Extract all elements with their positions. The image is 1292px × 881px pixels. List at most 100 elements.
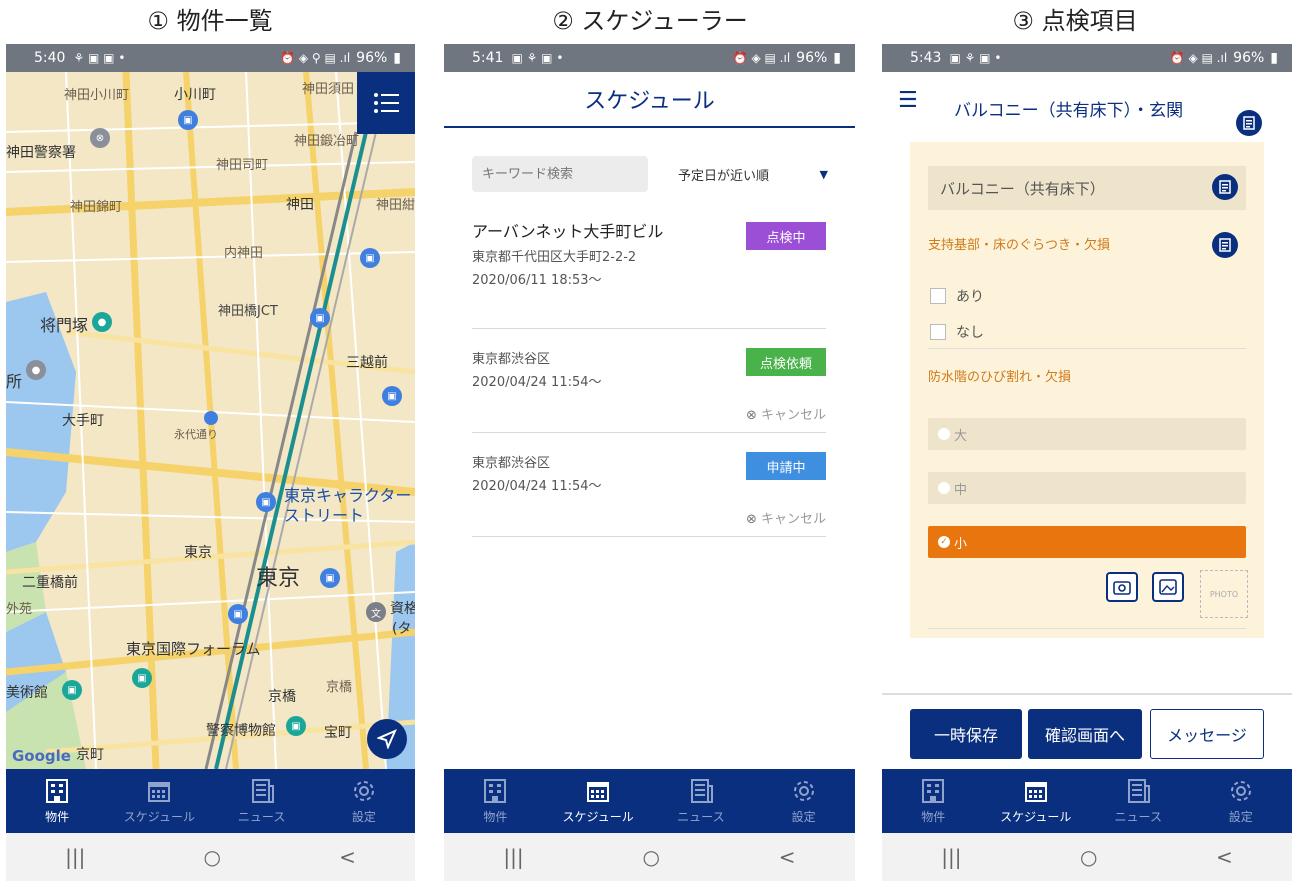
map-label: 警察博物館 [206, 723, 276, 739]
sort-select[interactable]: 予定日が近い順 ▼ [678, 156, 828, 192]
divider [928, 348, 1246, 349]
radio-option[interactable]: 大 [928, 418, 1246, 450]
map-label: (タ [392, 621, 412, 637]
checkbox-label: あり [956, 289, 984, 305]
landmark-icon[interactable]: ● [92, 312, 112, 332]
radio-label: 中 [954, 482, 968, 498]
home-button[interactable]: ○ [204, 845, 221, 869]
system-nav-bar: ||| ○ < [882, 833, 1292, 881]
shopping-icon[interactable]: ▣ [382, 386, 402, 406]
cancel-link[interactable]: ⊗ キャンセル [746, 404, 826, 423]
building-icon[interactable]: ▣ [132, 668, 152, 688]
schedule-item[interactable]: 東京都渋谷区 2020/04/24 11:54〜 点検依頼 ⊗ キャンセル [472, 348, 826, 428]
map-label: 小川町 [174, 87, 216, 103]
checkbox-label: なし [956, 325, 984, 341]
close-circle-icon: ⊗ [745, 512, 757, 527]
message-button[interactable]: メッセージ [1150, 709, 1264, 759]
building-icon [922, 778, 945, 803]
status-time: 5:43 [910, 50, 942, 66]
cancel-link[interactable]: ⊗ キャンセル [746, 508, 826, 527]
section-header: バルコニー（共有床下） [928, 166, 1246, 210]
gallery-button[interactable] [1152, 572, 1184, 602]
map-label: 神田須田 [302, 82, 355, 97]
nav-news[interactable]: ニュース [650, 769, 753, 833]
back-button[interactable]: < [339, 845, 356, 869]
map-view[interactable]: 神田小川町 小川町 神田須田 神田鍛冶町 神田警察署 神田司町 神田錦町 神田 … [6, 72, 415, 769]
my-location-button[interactable] [367, 719, 407, 759]
checkbox-option[interactable]: なし [930, 322, 984, 342]
radio-option-selected[interactable]: ✓ 小 [928, 526, 1246, 558]
checkbox-option[interactable]: あり [930, 286, 984, 306]
bus-icon[interactable]: ▣ [360, 248, 380, 268]
building-icon [484, 778, 507, 803]
back-button[interactable]: < [779, 845, 796, 869]
recent-apps-button[interactable]: ||| [503, 845, 523, 869]
section-doc-button[interactable] [1212, 174, 1238, 200]
battery-level: 96% [1233, 50, 1265, 66]
shopping-icon[interactable]: ▣ [256, 492, 276, 512]
nav-schedule[interactable]: スケジュール [108, 769, 210, 833]
page-title: バルコニー（共有床下）・玄関 [954, 101, 1184, 121]
map-label: 京橋 [268, 689, 296, 705]
museum-icon[interactable]: ▣ [62, 680, 82, 700]
police-icon[interactable]: ⊗ [90, 128, 110, 148]
recent-apps-button[interactable]: ||| [941, 845, 961, 869]
list-view-button[interactable] [357, 72, 415, 134]
radio-option[interactable]: 中 [928, 472, 1246, 504]
save-draft-button[interactable]: 一時保存 [910, 709, 1022, 759]
back-button[interactable]: < [1216, 845, 1233, 869]
nav-label: 物件 [921, 809, 946, 824]
museum-icon[interactable]: ▣ [286, 716, 306, 736]
nav-label: 物件 [45, 809, 70, 824]
hamburger-icon: ☰ [898, 88, 918, 113]
cancel-label: キャンセル [760, 512, 826, 527]
nav-news[interactable]: ニュース [211, 769, 313, 833]
location-pin-icon[interactable]: ● [26, 360, 46, 380]
schedule-item[interactable]: 東京都渋谷区 2020/04/24 11:54〜 申請中 ⊗ キャンセル [472, 452, 826, 532]
home-button[interactable]: ○ [642, 845, 659, 869]
close-circle-icon: ⊗ [745, 408, 757, 423]
school-icon[interactable]: 文 [366, 602, 386, 622]
map-label: 美術館 [6, 685, 48, 701]
calendar-icon [148, 781, 171, 802]
camera-icon [1113, 581, 1131, 595]
train-station-icon[interactable]: ▣ [178, 110, 198, 130]
search-input[interactable] [472, 156, 648, 192]
photo-placeholder[interactable]: PHOTO [1200, 570, 1248, 618]
question-doc-button[interactable] [1212, 232, 1238, 258]
bus-icon[interactable]: ▣ [228, 604, 248, 624]
notification-icons: ▣ ⚘ ▣ • [511, 51, 564, 65]
map-label: 内神田 [224, 246, 264, 261]
nav-settings[interactable]: 設定 [752, 769, 855, 833]
menu-button[interactable]: ☰ [898, 88, 918, 113]
bus-icon[interactable]: ▣ [320, 568, 340, 588]
confirm-button[interactable]: 確認画面へ [1028, 709, 1142, 759]
bus-icon[interactable]: ▣ [310, 308, 330, 328]
camera-button[interactable] [1106, 572, 1138, 602]
nav-schedule[interactable]: スケジュール [547, 769, 650, 833]
schedule-item[interactable]: アーバンネット大手町ビル 東京都千代田区大手町2-2-2 2020/06/11 … [472, 218, 826, 328]
radio-icon [938, 428, 950, 440]
section-title: バルコニー（共有床下） [940, 179, 1105, 198]
recent-apps-button[interactable]: ||| [65, 845, 85, 869]
nav-settings[interactable]: 設定 [1190, 769, 1292, 833]
nav-settings[interactable]: 設定 [313, 769, 415, 833]
caret-down-icon: ▼ [819, 167, 828, 181]
home-button[interactable]: ○ [1080, 845, 1097, 869]
phone-property-list: 5:40 ⚘ ▣ ▣ • ⏰ ◈ ⚲ ▤ .ıl 96% ▮ 神田小川町 小川町… [6, 44, 415, 881]
nav-schedule[interactable]: スケジュール [985, 769, 1088, 833]
checkbox[interactable] [930, 324, 946, 340]
nav-property[interactable]: 物件 [6, 769, 108, 833]
document-icon [1219, 180, 1231, 194]
map-label: 宝町 [324, 725, 352, 741]
nav-property[interactable]: 物件 [882, 769, 985, 833]
checkbox[interactable] [930, 288, 946, 304]
document-icon [1243, 116, 1255, 130]
map-label: 神田 [286, 197, 314, 213]
list-icon [374, 93, 399, 113]
nav-news[interactable]: ニュース [1087, 769, 1190, 833]
phone-scheduler: 5:41 ▣ ⚘ ▣ • ⏰ ◈ ▤ .ıl 96% ▮ スケジュール 予定日が近い順… [444, 44, 855, 881]
signal-icons: ⏰ ◈ ▤ .ıl [732, 51, 791, 65]
nav-property[interactable]: 物件 [444, 769, 547, 833]
document-icon[interactable] [1236, 110, 1262, 136]
